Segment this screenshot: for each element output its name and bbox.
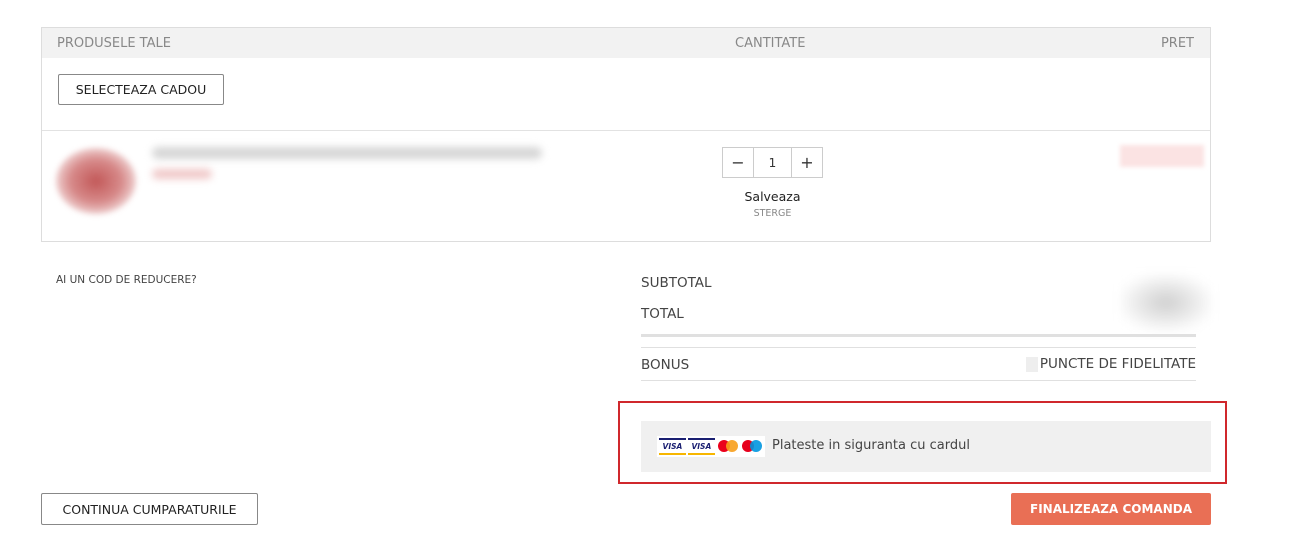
header-products: PRODUSELE TALE xyxy=(57,36,171,51)
decrease-quantity-button[interactable]: − xyxy=(723,148,753,177)
bonus-points: PUNCTE DE FIDELITATE xyxy=(1025,356,1196,372)
secure-payment-text: Plateste in siguranta cu cardul xyxy=(772,438,970,453)
bonus-points-label: PUNCTE DE FIDELITATE xyxy=(1039,356,1196,372)
item-price-redacted xyxy=(1120,145,1204,167)
select-gift-button[interactable]: SELECTEAZA CADOU xyxy=(58,74,224,105)
order-totals: SUBTOTAL TOTAL BONUS PUNCTE DE FIDELITAT… xyxy=(641,270,1211,382)
continue-shopping-button[interactable]: CONTINUA CUMPARATURILE xyxy=(41,493,258,525)
bonus-label: BONUS xyxy=(641,357,690,373)
discount-code-toggle[interactable]: AI UN COD DE REDUCERE? xyxy=(56,274,197,286)
divider xyxy=(641,347,1196,348)
header-price: PRET xyxy=(1160,36,1194,51)
mastercard-icon xyxy=(717,438,739,455)
save-for-later-link[interactable]: Salveaza xyxy=(722,189,823,204)
card-logos: VISA VISA xyxy=(657,436,765,457)
delete-item-link[interactable]: STERGE xyxy=(722,208,823,219)
product-variant-redacted xyxy=(152,169,212,179)
quantity-stepper: − 1 + xyxy=(722,147,823,178)
maestro-icon xyxy=(741,438,763,455)
increase-quantity-button[interactable]: + xyxy=(792,148,822,177)
totals-amount-redacted xyxy=(1121,275,1211,330)
subtotal-label: SUBTOTAL xyxy=(641,275,712,291)
visa-icon: VISA xyxy=(659,438,686,455)
total-label: TOTAL xyxy=(641,306,684,322)
cart-table: PRODUSELE TALE CANTITATE PRET SELECTEAZA… xyxy=(41,27,1211,242)
product-thumbnail[interactable] xyxy=(56,148,136,214)
product-name-redacted[interactable] xyxy=(152,147,542,159)
cart-header: PRODUSELE TALE CANTITATE PRET xyxy=(42,28,1210,58)
checkout-button[interactable]: FINALIZEAZA COMANDA xyxy=(1011,493,1211,525)
visa-icon: VISA xyxy=(687,438,715,455)
quantity-value[interactable]: 1 xyxy=(753,148,792,177)
bonus-points-value-redacted xyxy=(1025,356,1038,372)
divider xyxy=(641,380,1196,381)
row-divider xyxy=(42,130,1210,131)
header-quantity: CANTITATE xyxy=(735,36,806,51)
divider xyxy=(641,334,1196,337)
card-payment-notice: VISA VISA Plateste in siguranta cu cardu… xyxy=(641,421,1211,472)
